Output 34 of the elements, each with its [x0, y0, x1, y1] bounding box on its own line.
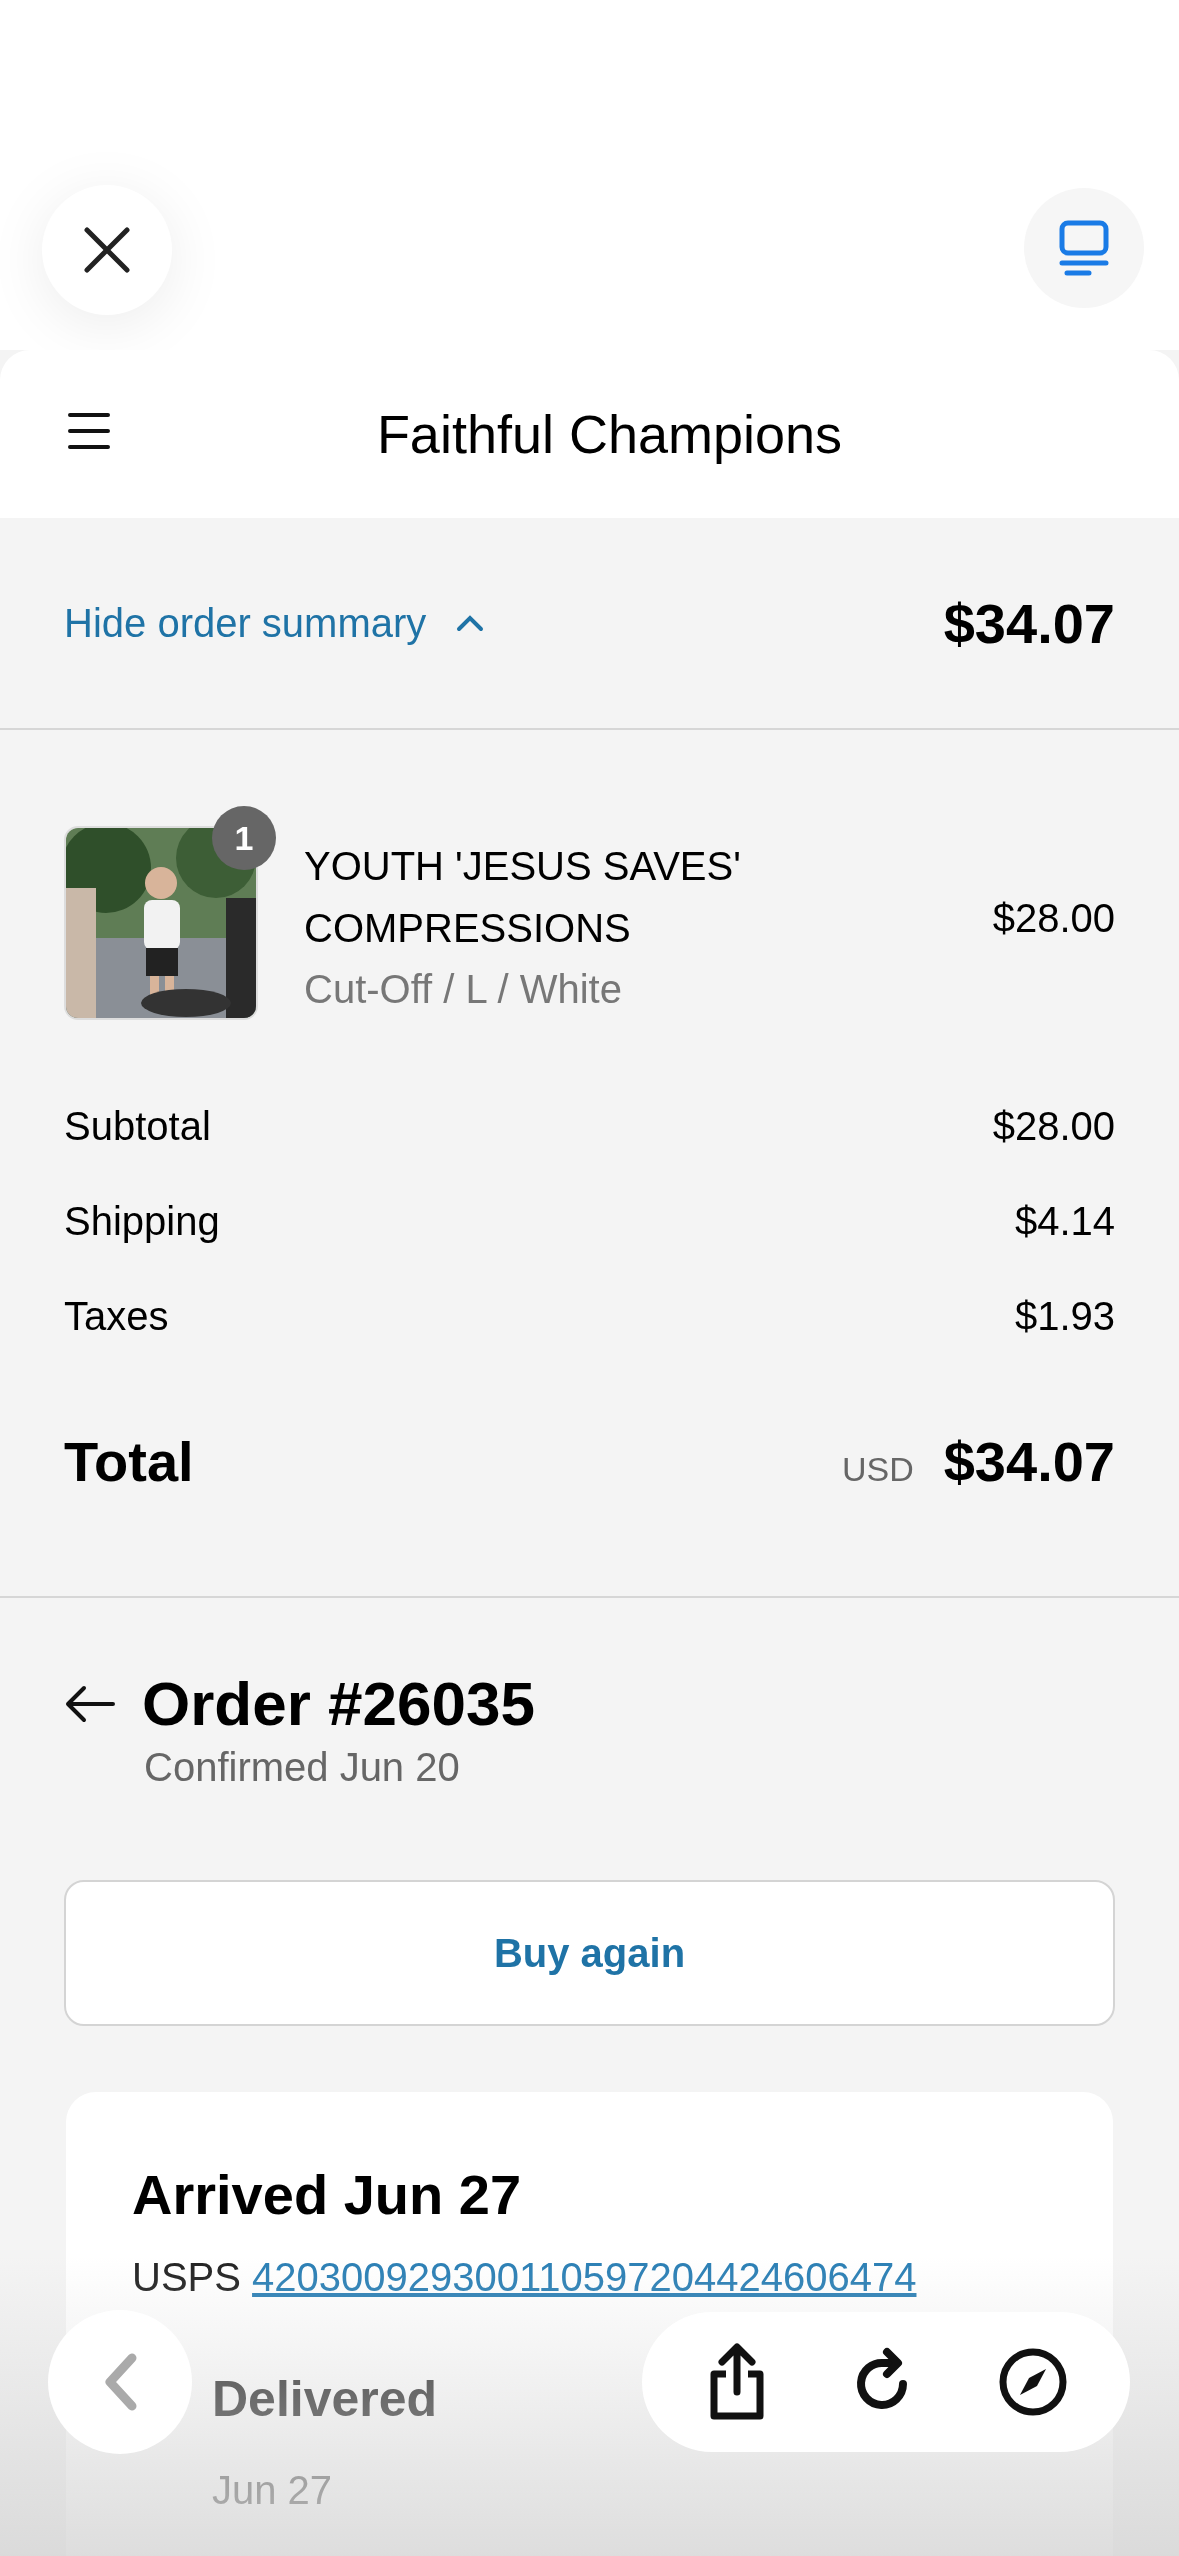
timeline-label: Delivered: [212, 2371, 438, 2427]
tracking-link[interactable]: 420300929300110597204424606474: [252, 2255, 917, 2299]
buy-again-button[interactable]: Buy again: [64, 1880, 1115, 2026]
cost-value: $28.00: [992, 1104, 1115, 1149]
back-arrow-icon: [64, 1683, 116, 1724]
order-date: Confirmed Jun 20: [144, 1745, 461, 1790]
tracking-text: USPS 420300929300110597204424606474: [132, 2255, 918, 2300]
total-value: $34.07: [943, 1429, 1115, 1494]
product-name: YOUTH 'JESUS SAVES' COMPRESSIONS: [304, 842, 742, 952]
back-button[interactable]: [64, 1683, 116, 1724]
total-label: Total: [64, 1429, 194, 1494]
cost-label: Taxes: [64, 1294, 169, 1339]
cost-value: $1.93: [1014, 1294, 1115, 1339]
chevron-icon: [456, 614, 485, 632]
cost-label: Subtotal: [64, 1104, 211, 1149]
currency-code: USD: [841, 1450, 914, 1489]
product-variant: Cut-Off / L / White: [304, 966, 623, 1012]
store-title: Faithful Champions: [376, 403, 843, 465]
compass-icon: [998, 2347, 1069, 2417]
shipment-status: Arrived Jun 27: [132, 2162, 523, 2227]
compass-button[interactable]: [998, 2347, 1069, 2417]
close-icon: [84, 227, 130, 273]
product-price: $28.00: [992, 895, 1115, 941]
quantity-badge: 1: [212, 806, 276, 870]
cost-value: $4.14: [1014, 1199, 1115, 1244]
cost-label: Shipping: [64, 1199, 220, 1244]
summary-total: $34.07: [943, 590, 1115, 656]
summary-toggle[interactable]: Hide order summary: [64, 600, 485, 646]
menu-icon: [68, 412, 110, 450]
timeline-date: Jun 27: [212, 2468, 334, 2513]
order-title: Order #26035: [142, 1668, 535, 1739]
menu-button[interactable]: [68, 412, 110, 450]
chevron-left-icon: [102, 2352, 138, 2412]
monitor-icon: [1059, 220, 1109, 276]
